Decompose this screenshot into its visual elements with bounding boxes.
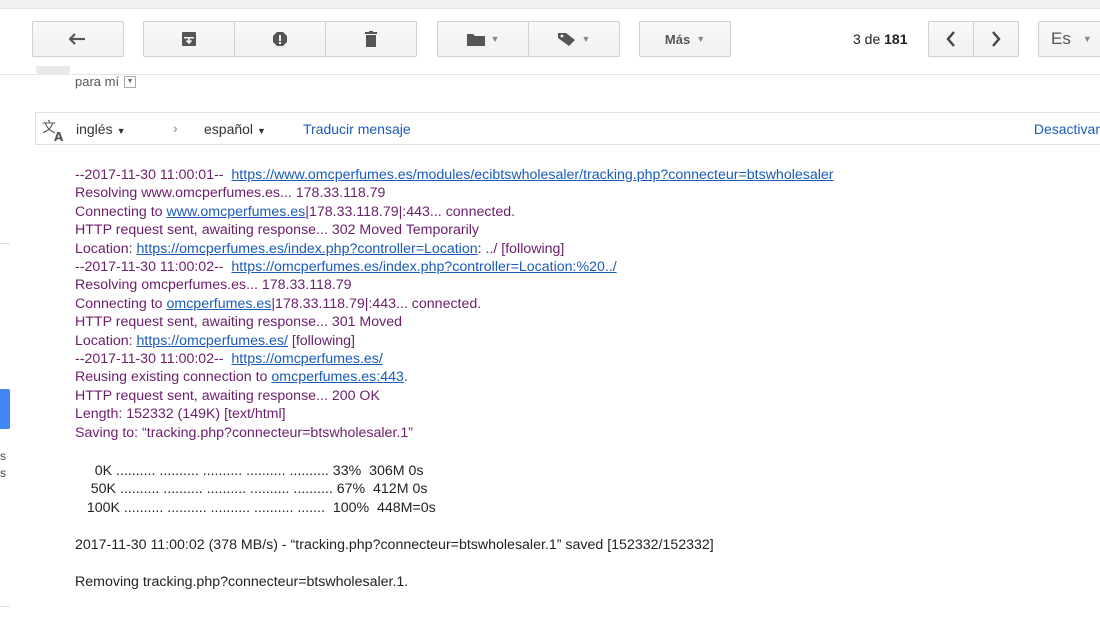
report-spam-button[interactable] (234, 21, 326, 57)
log-text: --2017-11-30 11:00:02-- (75, 259, 232, 276)
chevron-down-icon: ▼ (116, 126, 126, 136)
label-icon (557, 32, 576, 46)
log-line: HTTP request sent, awaiting response... … (75, 387, 380, 404)
archive-icon (182, 32, 196, 46)
log-link[interactable]: omcperfumes.es (167, 296, 272, 312)
target-language-select[interactable]: español ▼ (204, 121, 266, 137)
log-line: HTTP request sent, awaiting response... … (75, 222, 480, 239)
saved-line: 2017-11-30 11:00:02 (378 MB/s) - “tracki… (75, 537, 714, 553)
sender-avatar (36, 66, 70, 74)
log-link[interactable]: https://omcperfumes.es/ (231, 351, 382, 367)
log-line: Location: https://omcperfumes.es/ [follo… (75, 332, 834, 350)
log-text: Location: (75, 332, 137, 349)
chevron-down-icon: ▼ (1082, 34, 1092, 44)
log-link[interactable]: https://www.omcperfumes.es/modules/ecibt… (231, 167, 833, 183)
gutter-text: s (0, 449, 6, 463)
message-toolbar: ▼ ▼ Más ▼ 3 de 181 Es ▼ (0, 0, 1100, 75)
more-button[interactable]: Más ▼ (639, 21, 731, 57)
move-to-button[interactable]: ▼ (437, 21, 529, 57)
translate-message-link[interactable]: Traducir mensaje (303, 121, 411, 137)
log-link[interactable]: https://omcperfumes.es/ (137, 333, 288, 349)
log-text: Reusing existing connection to (75, 369, 272, 386)
delete-button[interactable] (325, 21, 417, 57)
log-text: --2017-11-30 11:00:01-- (75, 167, 232, 183)
log-line: Reusing existing connection to omcperfum… (75, 368, 834, 386)
source-language-select[interactable]: inglés ▼ (76, 121, 126, 137)
compose-button-edge[interactable] (0, 389, 10, 429)
chevron-down-icon: ▼ (257, 126, 266, 136)
trash-icon (365, 31, 377, 47)
log-line: Connecting to omcperfumes.es|178.33.118.… (75, 295, 834, 313)
log-line: Length: 152332 (149K) [text/html] (75, 406, 286, 423)
log-link[interactable]: https://omcperfumes.es/index.php?control… (231, 259, 616, 275)
log-link[interactable]: omcperfumes.es:443 (271, 369, 403, 385)
gutter-divider (0, 606, 10, 607)
progress-block: 0K .......... .......... .......... ....… (75, 462, 436, 517)
translate-bar: 文 A inglés ▼ › español ▼ Traducir mensaje … (35, 112, 1100, 145)
log-line: HTTP request sent, awaiting response... … (75, 314, 403, 331)
pagination-text: 3 de 181 (853, 31, 908, 47)
pager-prefix: 3 de (853, 31, 881, 47)
source-language-label: inglés (76, 121, 113, 137)
log-line: Saving to: “tracking.php?connecteur=btsw… (75, 424, 413, 441)
log-line: Resolving omcperfumes.es... 178.33.118.7… (75, 277, 352, 294)
progress-line: 0K .......... .......... .......... ....… (75, 463, 424, 479)
log-line: --2017-11-30 11:00:02-- https://omcperfu… (75, 258, 834, 276)
input-tools-button[interactable]: Es ▼ (1038, 21, 1100, 57)
log-text: . (403, 369, 408, 386)
chevron-down-icon: ▼ (490, 34, 500, 44)
log-text: Connecting to (75, 295, 167, 312)
chevron-down-icon: ▼ (581, 34, 591, 44)
pager-total: 181 (884, 31, 908, 47)
progress-line: 100K .......... .......... .......... ..… (75, 499, 436, 516)
target-language-label: español (204, 121, 254, 137)
progress-line: 50K .......... .......... .......... ...… (75, 481, 428, 498)
archive-button[interactable] (143, 21, 235, 57)
log-link[interactable]: www.omcperfumes.es (167, 204, 306, 220)
more-label: Más (664, 31, 691, 47)
back-button[interactable] (32, 21, 124, 57)
recipient-details-toggle[interactable]: ▼ (124, 75, 137, 88)
log-text: [following] (287, 332, 355, 349)
chevron-right-icon (991, 31, 1001, 47)
log-line: Location: https://omcperfumes.es/index.p… (75, 240, 834, 258)
log-text: Connecting to (75, 203, 167, 220)
log-text: Location: (75, 240, 137, 257)
gutter-divider (0, 243, 10, 244)
recipient-label: para mí (75, 74, 120, 89)
log-line: Resolving www.omcperfumes.es... 178.33.1… (75, 185, 386, 202)
log-text: : ../ [following] (477, 240, 565, 257)
log-text: |178.33.118.79|:443... connected. (271, 295, 482, 312)
removing-line: Removing tracking.php?connecteur=btswhol… (75, 574, 409, 590)
deactivate-translation-link[interactable]: Desactivar (1034, 121, 1100, 137)
folder-icon (466, 33, 485, 46)
chevron-down-icon: ▼ (696, 34, 706, 44)
older-button[interactable] (973, 21, 1019, 57)
svg-text:A: A (54, 130, 64, 142)
log-line: --2017-11-30 11:00:02-- https://omcperfu… (75, 350, 834, 368)
newer-button[interactable] (928, 21, 974, 57)
gutter-text: s (0, 466, 6, 480)
chevron-right-icon: › (173, 120, 178, 136)
recipient-line: para mí ▼ (75, 74, 137, 89)
log-link[interactable]: https://omcperfumes.es/index.php?control… (137, 241, 478, 257)
chevron-left-icon (946, 31, 956, 47)
log-text: --2017-11-30 11:00:02-- (75, 351, 232, 368)
message-body-log: --2017-11-30 11:00:01-- https://www.omcp… (75, 166, 834, 442)
log-line: Connecting to www.omcperfumes.es|178.33.… (75, 203, 834, 221)
labels-button[interactable]: ▼ (528, 21, 620, 57)
top-strip (0, 0, 1100, 9)
log-line: --2017-11-30 11:00:01-- https://www.omcp… (75, 166, 834, 184)
back-icon (69, 33, 87, 45)
spam-icon (273, 32, 287, 46)
input-language-label: Es (1051, 29, 1071, 48)
translate-icon: 文 A (42, 118, 68, 147)
log-text: |178.33.118.79|:443... connected. (305, 203, 516, 220)
